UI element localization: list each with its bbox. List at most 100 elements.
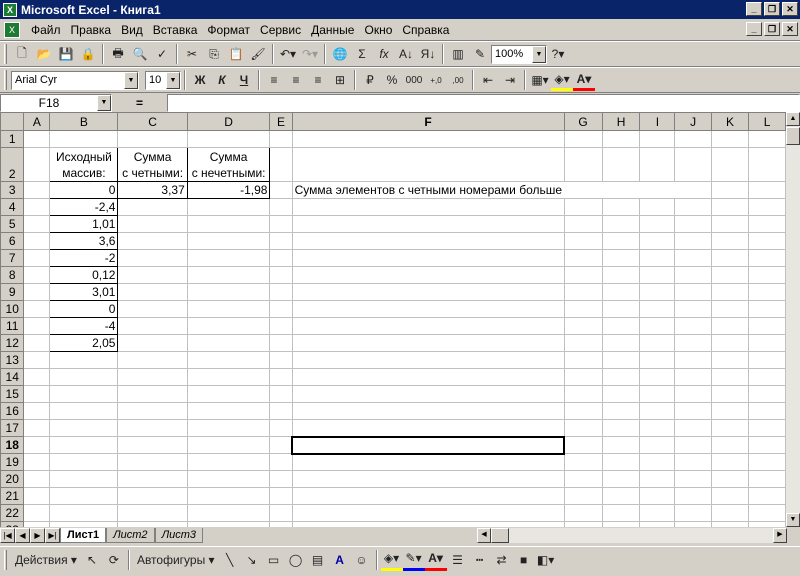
cell[interactable] bbox=[639, 300, 676, 318]
cell[interactable] bbox=[269, 249, 293, 267]
cell[interactable] bbox=[186, 215, 271, 233]
cell[interactable] bbox=[23, 130, 51, 148]
cell[interactable] bbox=[710, 419, 750, 437]
menu-insert[interactable]: Вставка bbox=[148, 23, 203, 37]
thousands-button[interactable]: 000 bbox=[403, 69, 425, 91]
menu-help[interactable]: Справка bbox=[397, 23, 454, 37]
row-header[interactable]: 1 bbox=[0, 130, 25, 148]
cell[interactable] bbox=[49, 487, 119, 505]
cell[interactable] bbox=[748, 453, 786, 471]
menu-data[interactable]: Данные bbox=[306, 23, 359, 37]
cell[interactable] bbox=[710, 266, 750, 284]
cell[interactable] bbox=[49, 453, 119, 471]
row-header[interactable]: 15 bbox=[0, 385, 25, 403]
underline-button[interactable]: Ч bbox=[233, 69, 255, 91]
cell[interactable] bbox=[291, 283, 565, 301]
column-header[interactable]: J bbox=[674, 112, 712, 131]
cell[interactable] bbox=[291, 266, 565, 284]
doc-minimize-button[interactable]: _ bbox=[746, 22, 762, 36]
column-header[interactable]: K bbox=[710, 112, 750, 131]
column-header[interactable]: I bbox=[639, 112, 676, 131]
cell[interactable] bbox=[748, 147, 786, 182]
sheet-tab-1[interactable]: Лист1 bbox=[60, 528, 107, 543]
cell[interactable] bbox=[639, 215, 676, 233]
cell[interactable] bbox=[117, 334, 188, 352]
actions-menu[interactable]: Действия ▾ bbox=[11, 549, 81, 571]
array-cell[interactable]: 0 bbox=[49, 300, 119, 318]
chevron-down-icon[interactable]: ▼ bbox=[532, 45, 546, 63]
cell[interactable] bbox=[601, 283, 641, 301]
cell[interactable] bbox=[269, 504, 293, 522]
cell[interactable] bbox=[748, 334, 786, 352]
merge-center-icon[interactable]: ⊞ bbox=[329, 69, 351, 91]
textbox-icon[interactable]: ▤ bbox=[307, 549, 329, 571]
result-cell[interactable]: Сумма элементов с четными номерами больш… bbox=[291, 181, 565, 199]
cell[interactable] bbox=[563, 300, 603, 318]
cell[interactable] bbox=[748, 317, 786, 335]
row-header[interactable]: 9 bbox=[0, 283, 25, 301]
rectangle-icon[interactable]: ▭ bbox=[263, 549, 285, 571]
function-icon[interactable]: fx bbox=[373, 43, 395, 65]
print-preview-icon[interactable]: 🔍 bbox=[129, 43, 151, 65]
cell[interactable] bbox=[49, 385, 119, 403]
cell[interactable] bbox=[748, 402, 786, 420]
cell[interactable] bbox=[186, 232, 271, 250]
select-objects-icon[interactable]: ↖ bbox=[81, 549, 103, 571]
cell[interactable] bbox=[291, 351, 565, 369]
cell[interactable] bbox=[23, 402, 51, 420]
array-cell[interactable]: -2 bbox=[49, 249, 119, 267]
cell[interactable] bbox=[674, 504, 712, 522]
cell[interactable] bbox=[748, 351, 786, 369]
cell[interactable] bbox=[639, 351, 676, 369]
cell[interactable] bbox=[710, 453, 750, 471]
array-cell[interactable]: 2,05 bbox=[49, 334, 119, 352]
align-left-icon[interactable]: ≡ bbox=[263, 69, 285, 91]
cell[interactable] bbox=[674, 334, 712, 352]
row-header[interactable]: 2 bbox=[0, 147, 25, 182]
cell[interactable] bbox=[563, 147, 603, 182]
cell[interactable] bbox=[186, 351, 271, 369]
cell[interactable] bbox=[291, 198, 565, 216]
cell[interactable] bbox=[601, 368, 641, 386]
row-header[interactable]: 5 bbox=[0, 215, 25, 233]
cell[interactable] bbox=[186, 300, 271, 318]
row-header[interactable]: 4 bbox=[0, 198, 25, 216]
cell[interactable] bbox=[23, 249, 51, 267]
increase-indent-icon[interactable]: ⇥ bbox=[499, 69, 521, 91]
cell[interactable] bbox=[674, 266, 712, 284]
cell[interactable] bbox=[23, 198, 51, 216]
cell[interactable] bbox=[674, 232, 712, 250]
cell[interactable] bbox=[710, 130, 750, 148]
close-button[interactable]: ✕ bbox=[782, 2, 798, 16]
array-cell[interactable]: -2,4 bbox=[49, 198, 119, 216]
header-cell-sum-even[interactable]: Сумма с четными: bbox=[117, 147, 188, 182]
cell[interactable] bbox=[269, 283, 293, 301]
scroll-left-icon[interactable]: ◀ bbox=[477, 528, 491, 543]
help-icon[interactable]: ?▾ bbox=[547, 43, 569, 65]
cell[interactable] bbox=[639, 453, 676, 471]
cell[interactable] bbox=[269, 470, 293, 488]
cell[interactable] bbox=[23, 385, 51, 403]
cell[interactable] bbox=[117, 283, 188, 301]
cell[interactable] bbox=[639, 181, 675, 199]
cell[interactable] bbox=[674, 385, 712, 403]
cell[interactable] bbox=[291, 402, 565, 420]
align-right-icon[interactable]: ≡ bbox=[307, 69, 329, 91]
doc-restore-button[interactable]: ❐ bbox=[764, 22, 780, 36]
cell[interactable] bbox=[23, 300, 51, 318]
cell[interactable] bbox=[269, 385, 293, 403]
first-sheet-icon[interactable]: |◀ bbox=[0, 528, 15, 543]
cell[interactable] bbox=[710, 283, 750, 301]
cell[interactable] bbox=[186, 402, 271, 420]
header-cell-array[interactable]: Исходный массив: bbox=[49, 147, 119, 182]
cell[interactable] bbox=[748, 215, 786, 233]
permission-icon[interactable]: 🔒 bbox=[77, 43, 99, 65]
column-header[interactable]: B bbox=[49, 112, 119, 131]
cell[interactable] bbox=[117, 351, 188, 369]
print-icon[interactable]: 🖶 bbox=[107, 43, 129, 65]
cell[interactable] bbox=[269, 351, 293, 369]
cell[interactable] bbox=[639, 147, 676, 182]
cell[interactable] bbox=[674, 351, 712, 369]
cell[interactable] bbox=[674, 487, 712, 505]
cell[interactable] bbox=[186, 487, 271, 505]
